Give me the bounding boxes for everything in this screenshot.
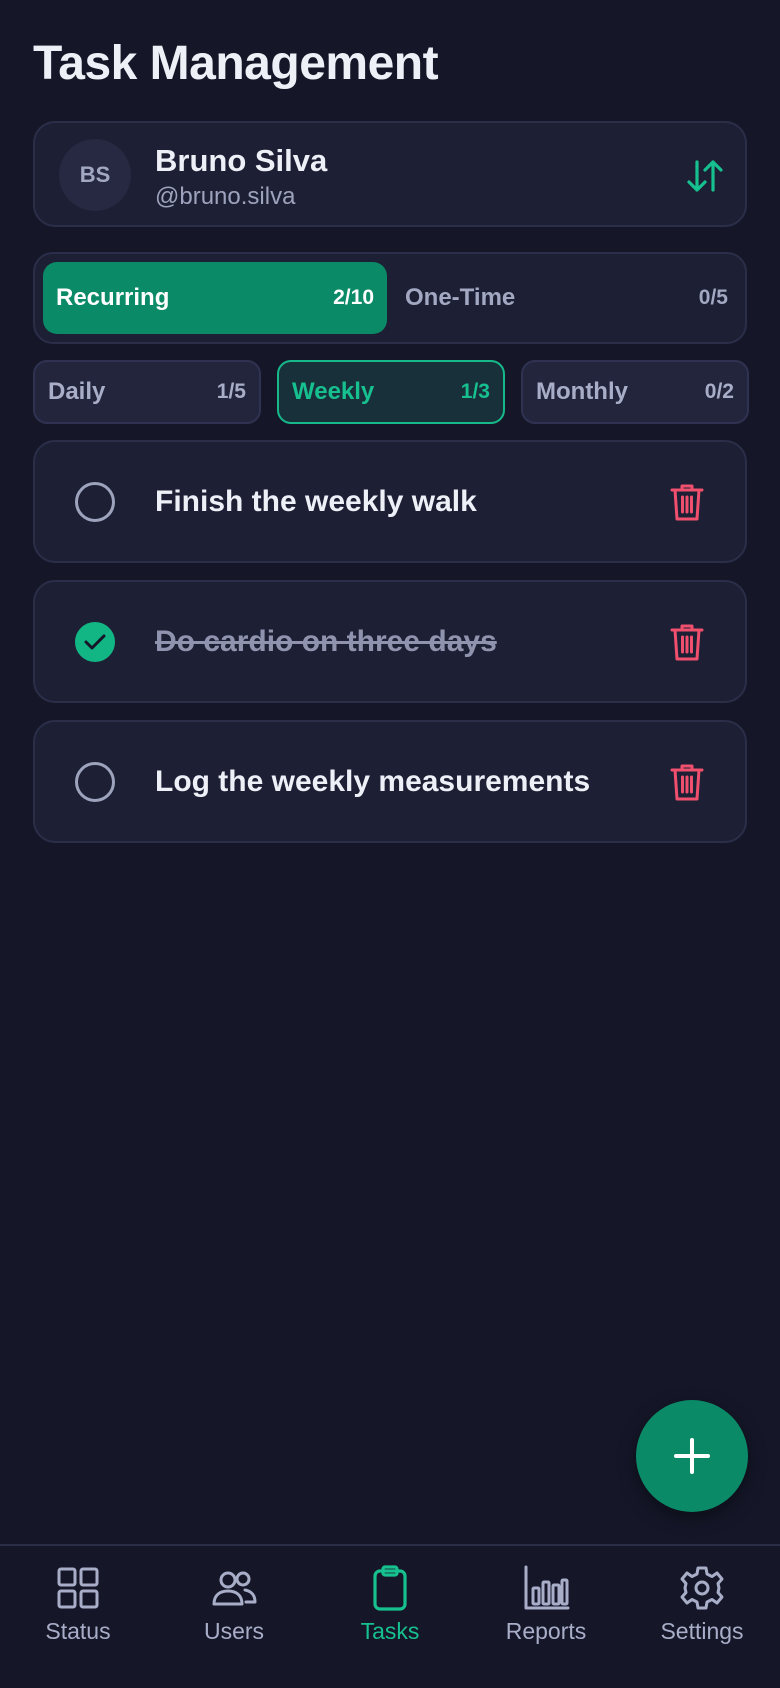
page-title: Task Management [33,37,439,90]
task-checkbox-checked[interactable] [75,622,115,662]
segment-label: One-Time [405,284,516,311]
user-handle: @bruno.silva [155,183,296,210]
segment-recurring[interactable]: Recurring 2/10 [43,262,387,334]
tab-monthly[interactable]: Monthly 0/2 [521,360,749,424]
bottom-navigation: Status Users Tasks Reports Settings [0,1544,780,1688]
gear-icon [680,1566,724,1610]
trash-icon [670,484,704,521]
task-item: Do cardio on three days [33,580,747,703]
task-checkbox[interactable] [75,482,115,522]
nav-label: Users [203,1618,265,1644]
tab-label: Daily [48,378,106,405]
delete-task-button[interactable] [669,482,705,522]
swap-vertical-icon [687,160,723,192]
nav-reports[interactable]: Reports [476,1564,616,1654]
nav-label: Reports [505,1618,587,1644]
delete-task-button[interactable] [669,762,705,802]
grid-icon [57,1567,99,1609]
checkmark-icon [84,634,106,650]
tab-label: Monthly [536,378,628,405]
switch-user-button[interactable] [685,156,725,196]
task-management-screen: Task Management BS Bruno Silva @bruno.si… [0,0,780,1688]
clipboard-icon [373,1565,407,1611]
add-task-button[interactable] [636,1400,748,1512]
segment-label: Recurring [56,284,170,311]
nav-tasks[interactable]: Tasks [320,1564,460,1654]
tab-label: Weekly [292,378,375,405]
task-title: Finish the weekly walk [155,485,477,518]
trash-icon [670,624,704,661]
plus-icon [674,1438,710,1474]
bar-chart-icon [524,1565,570,1610]
task-title: Do cardio on three days [155,625,497,658]
nav-label: Tasks [360,1618,420,1644]
tab-weekly[interactable]: Weekly 1/3 [277,360,505,424]
tab-count: 0/2 [704,380,734,403]
tab-daily[interactable]: Daily 1/5 [33,360,261,424]
task-title: Log the weekly measurements [155,765,591,798]
nav-settings[interactable]: Settings [632,1564,772,1654]
nav-label: Status [45,1618,111,1644]
tab-count: 1/3 [460,380,490,403]
segment-one-time[interactable]: One-Time 0/5 [392,262,741,334]
nav-users[interactable]: Users [164,1564,304,1654]
task-checkbox[interactable] [75,762,115,802]
tab-count: 1/5 [216,380,246,403]
nav-label: Settings [660,1618,744,1644]
nav-status[interactable]: Status [8,1564,148,1654]
segment-count: 0/5 [698,286,728,309]
user-card[interactable]: BS Bruno Silva @bruno.silva [33,121,747,227]
user-name: Bruno Silva [155,143,328,178]
avatar: BS [59,139,131,211]
task-item: Finish the weekly walk [33,440,747,563]
task-type-segmented-control: Recurring 2/10 One-Time 0/5 [33,252,747,344]
segment-count: 2/10 [333,286,374,309]
delete-task-button[interactable] [669,622,705,662]
task-item: Log the weekly measurements [33,720,747,843]
users-icon [212,1571,257,1606]
trash-icon [670,764,704,801]
